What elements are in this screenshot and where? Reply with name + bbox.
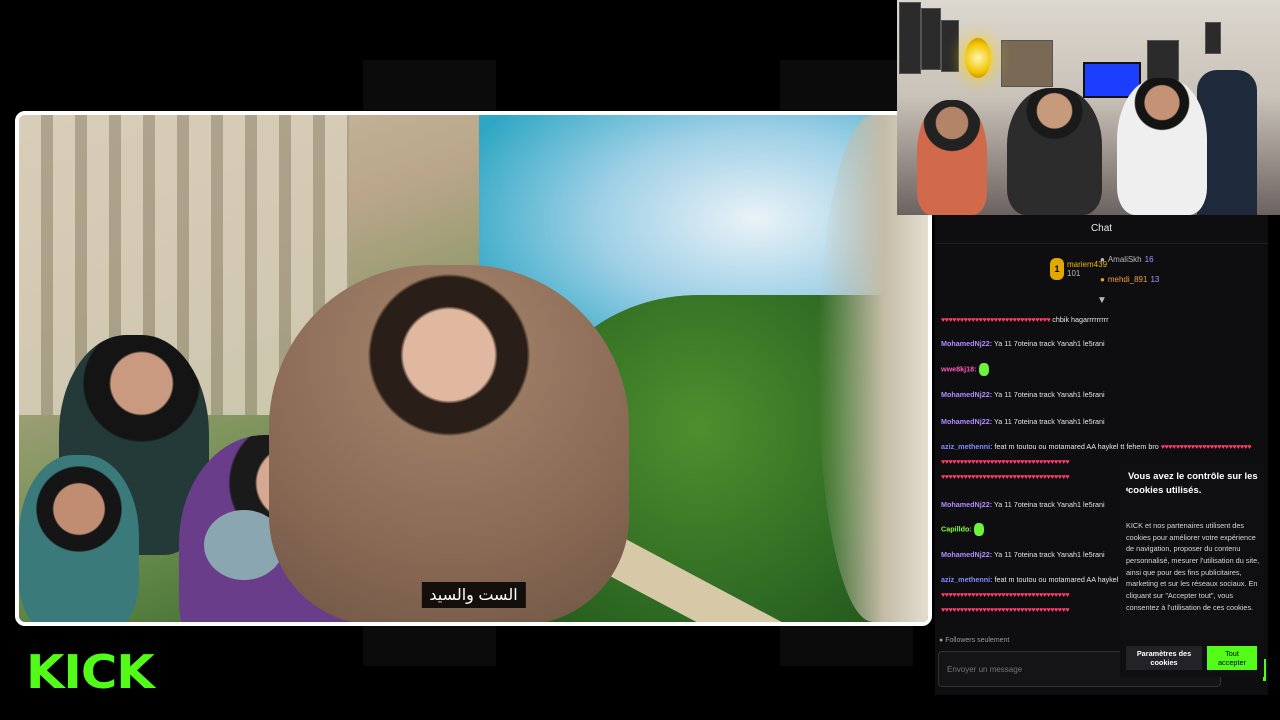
- pin-icon[interactable]: ▼: [1097, 295, 1107, 306]
- video-player[interactable]: الست والسيد: [15, 111, 932, 626]
- chat-message: MohamedNj22: Ya 11 7oteina track Yanah1 …: [941, 390, 1105, 399]
- background-panel-bottom-right: [780, 620, 913, 666]
- streamer: [1117, 78, 1207, 215]
- wall-poster: [899, 2, 921, 74]
- gifter-count: 13: [1150, 275, 1160, 284]
- chat-header: Chat: [935, 215, 1268, 244]
- background-panel-right: [780, 60, 913, 110]
- kick-logo: KICK: [26, 645, 155, 699]
- background-panel-bottom-left: [363, 620, 496, 666]
- top-gifters: 1 mariem439 101 ● AmaliSkh 16 ● mehdi_89…: [1045, 255, 1195, 295]
- chat-username[interactable]: MohamedNj22:: [941, 390, 992, 399]
- cookie-title: Vous avez le contrôle sur les cookies ut…: [1128, 471, 1258, 496]
- chat-message: wwe8kj18:: [941, 363, 1263, 376]
- chat-username[interactable]: MohamedNj22:: [941, 339, 992, 348]
- neon-light: [965, 38, 991, 78]
- cookie-settings-button[interactable]: Paramètres des cookies: [1126, 646, 1202, 670]
- streamer: [917, 100, 987, 215]
- chat-username[interactable]: Capilldo:: [941, 524, 972, 533]
- emote-icon: [973, 523, 984, 536]
- wall-poster: [921, 8, 941, 70]
- chat-message: aziz_methenni: feat m toutou ou motamare…: [941, 442, 1252, 451]
- chat-username[interactable]: wwe8kj18:: [941, 364, 977, 373]
- emote-icon: [978, 363, 989, 376]
- chat-message: MohamedNj22: Ya 11 7oteina track Yanah1 …: [941, 339, 1105, 348]
- wall-poster: [941, 20, 959, 72]
- background-panel-left: [363, 60, 496, 110]
- streamer: [1007, 88, 1102, 215]
- gift-icon: ●: [1100, 255, 1105, 264]
- gifter-name: AmaliSkh: [1107, 255, 1142, 264]
- video-subtitle: الست والسيد: [421, 582, 526, 608]
- gift-icon: ●: [1100, 275, 1105, 284]
- crown-icon: 1: [1050, 258, 1064, 280]
- video-dancer: [269, 265, 629, 622]
- wall-poster: [1205, 22, 1221, 54]
- gifter-3[interactable]: ● mehdi_891 13: [1100, 275, 1159, 284]
- cookie-consent-dialog: ◖ Vous avez le contrôle sur les cookies …: [1120, 462, 1264, 677]
- wall-poster: [1147, 40, 1179, 82]
- chat-message: MohamedNj22: Ya 11 7oteina track Yanah1 …: [941, 417, 1105, 426]
- gifter-1[interactable]: 1 mariem439 101: [1050, 258, 1107, 280]
- video-person: [19, 455, 139, 622]
- chat-username[interactable]: MohamedNj22:: [941, 417, 992, 426]
- webcam-overlay: [897, 0, 1280, 215]
- chat-username[interactable]: aziz_methenni:: [941, 575, 993, 584]
- lock-icon: ●: [939, 637, 944, 644]
- chat-username[interactable]: aziz_methenni:: [941, 442, 993, 451]
- gifter-name: mehdi_891: [1107, 275, 1148, 284]
- followers-only-notice: ● Followers seulement: [939, 637, 1010, 644]
- wall-poster: [1001, 40, 1053, 87]
- chat-message: ♥♥♥♥♥♥♥♥♥♥♥♥♥♥♥♥♥♥♥♥♥♥♥♥♥♥♥♥♥ chbik haga…: [941, 315, 1109, 324]
- accept-all-button[interactable]: Tout accepter: [1207, 646, 1257, 670]
- chat-username[interactable]: MohamedNj22:: [941, 500, 992, 509]
- chat-username[interactable]: MohamedNj22:: [941, 550, 992, 559]
- gifter-count: 16: [1144, 255, 1154, 264]
- gifter-2[interactable]: ● AmaliSkh 16: [1100, 255, 1154, 264]
- cookie-body: KICK et nos partenaires utilisent des co…: [1126, 521, 1260, 612]
